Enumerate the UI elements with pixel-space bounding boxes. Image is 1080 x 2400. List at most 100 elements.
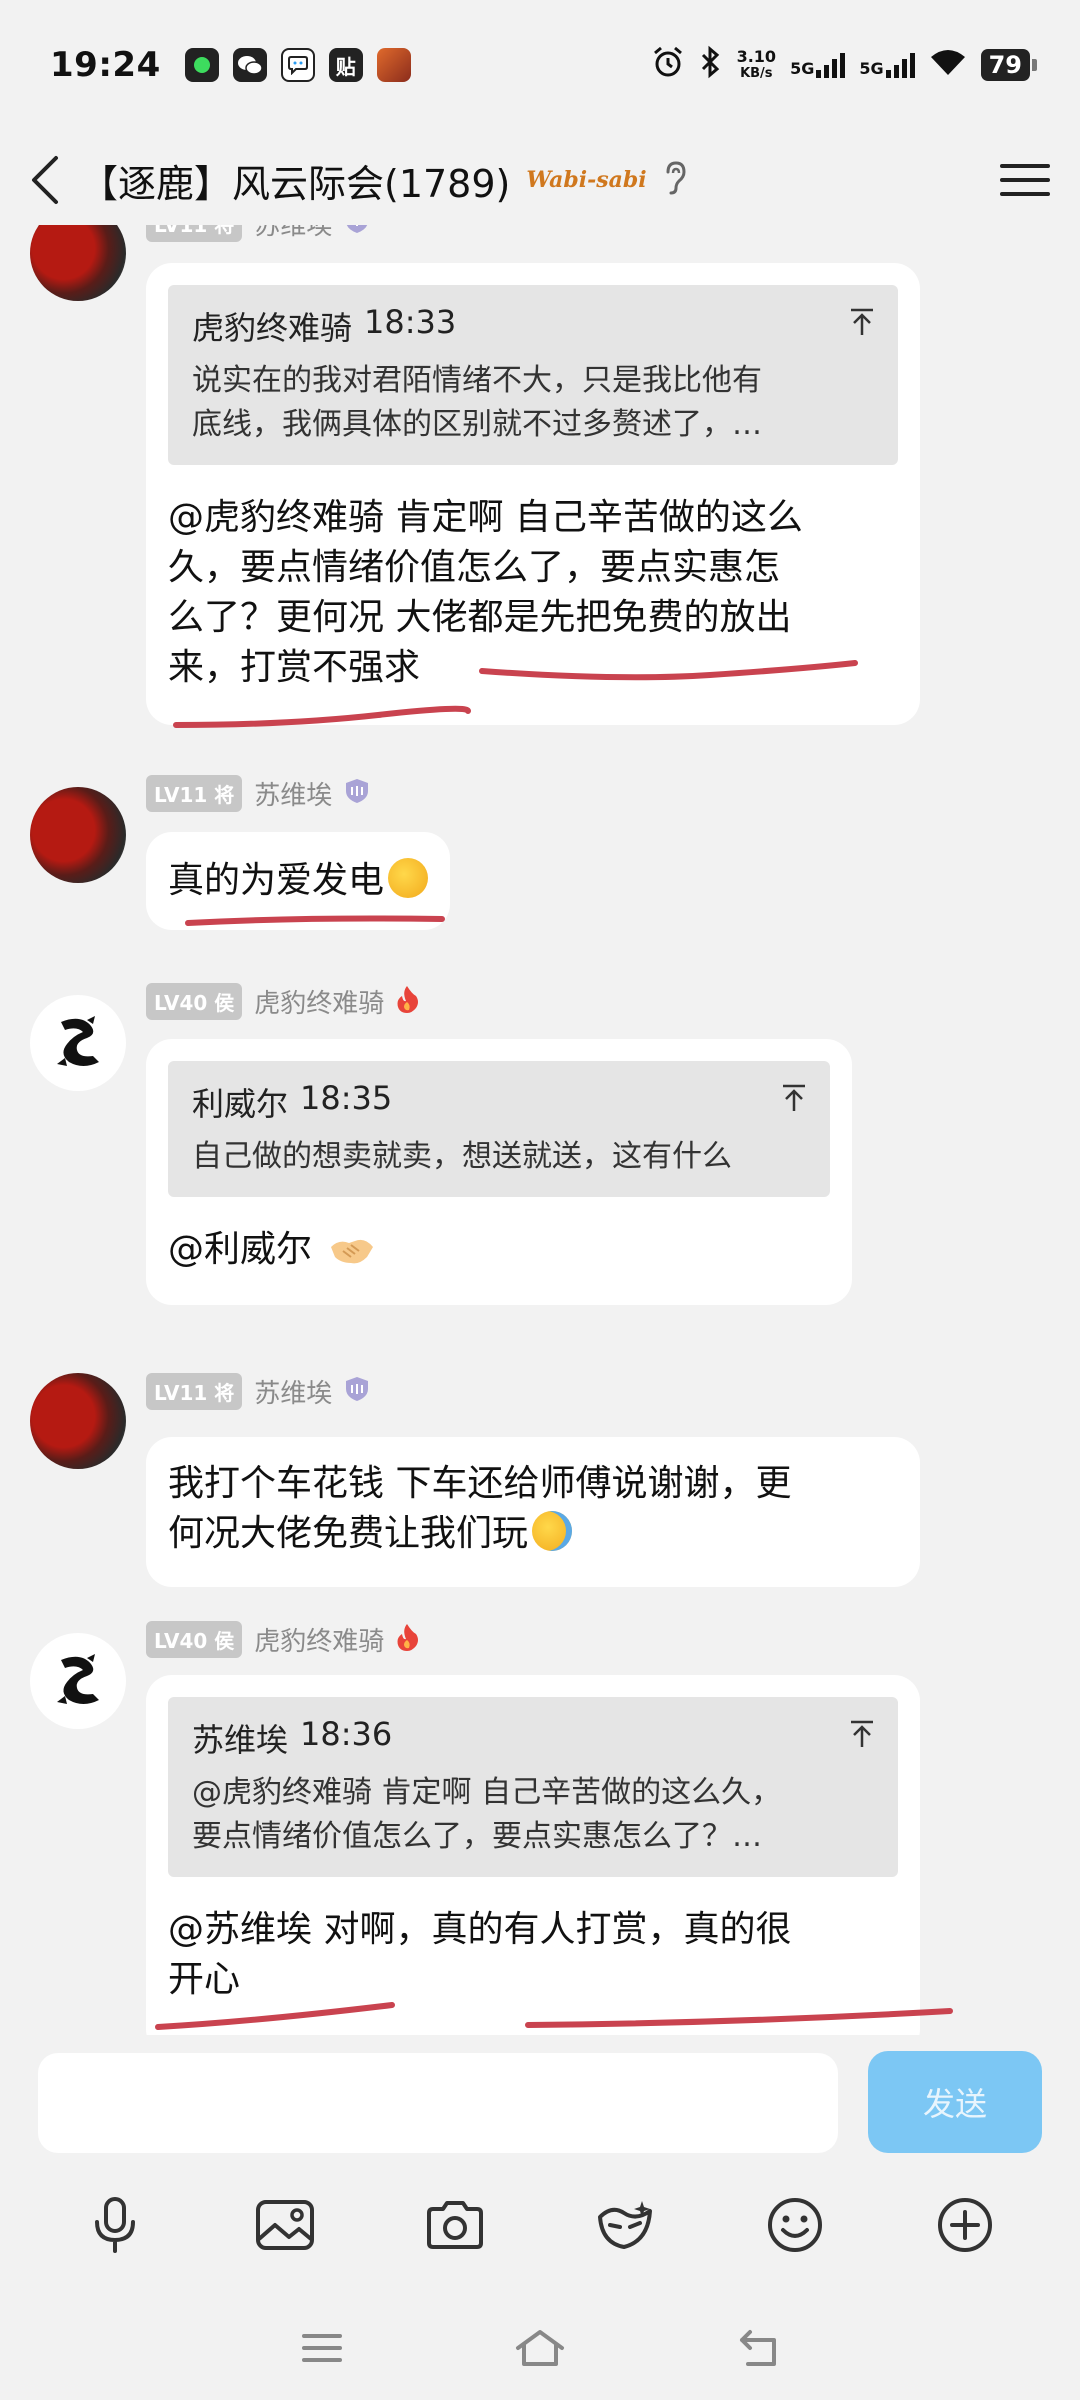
message-text: @苏维埃 对啊，真的有人打赏，真的很 开心: [168, 1905, 898, 2005]
jump-to-top-icon[interactable]: [848, 1719, 876, 1753]
level-badge: LV40 侯: [146, 1620, 243, 1658]
network-type-1: 5G: [790, 59, 815, 78]
message-text-line: 来，打赏不强求: [168, 647, 421, 688]
handshake-emoji-icon: [329, 1231, 375, 1281]
message-bubble[interactable]: 虎豹终难骑 18:33 说实在的我对君陌情绪不大，只是我比他有 底线，我俩具体的…: [146, 263, 920, 725]
message-text: @利威尔: [168, 1225, 830, 1281]
plus-icon[interactable]: [925, 2185, 1005, 2265]
shield-badge-icon: [342, 1375, 372, 1407]
quote-author: 虎豹终难骑: [192, 309, 353, 347]
quoted-message[interactable]: 苏维埃 18:36 @虎豹终难骑 肯定啊 自己辛苦做的这么久， 要点情绪价值怎么…: [168, 1697, 898, 1877]
quote-text-line: 要点情绪价值怎么了，要点实惠怎么了？…: [192, 1819, 762, 1854]
quote-text-line: 说实在的我对君陌情绪不大，只是我比他有: [192, 363, 762, 398]
system-nav-bar: [0, 2300, 1080, 2400]
notification-icons: 贴: [184, 48, 411, 82]
signal-bars-icon: [885, 52, 915, 78]
message-text-line: 么了？更何况 大佬都是先把免费的放出: [168, 597, 792, 638]
quote-time: 18:35: [300, 1079, 393, 1117]
level-badge: LV11 将: [146, 1372, 243, 1410]
message-text-line: @虎豹终难骑 肯定啊 自己辛苦做的这么: [168, 497, 803, 538]
quote-author: 苏维埃: [192, 1721, 289, 1759]
message-text-line: 开心: [168, 1959, 241, 2000]
sticker-icon[interactable]: [585, 2185, 665, 2265]
quote-time: 18:36: [300, 1715, 393, 1753]
chat-bubble-icon: [280, 48, 315, 82]
message-bubble[interactable]: 真的为爱发电: [146, 832, 451, 930]
message-text-line: 久，要点情绪价值怎么了，要点实惠怎: [168, 547, 781, 588]
signal-1: 5G: [790, 52, 846, 78]
message-bubble[interactable]: 苏维埃 18:36 @虎豹终难骑 肯定啊 自己辛苦做的这么久， 要点情绪价值怎么…: [146, 1675, 920, 2035]
message-text-line: 我打个车花钱 下车还给师傅说谢谢，更: [168, 1463, 792, 1504]
alarm-icon: [651, 45, 685, 86]
dragon-icon: [57, 1654, 99, 1704]
signal-bars-icon: [816, 52, 846, 78]
message-text: 真的为爱发电: [168, 860, 385, 901]
chat-messages[interactable]: LV11 将 苏维埃 虎豹终难骑 18:33 说实在的我对君陌情绪不大，只是我比…: [0, 225, 1080, 2035]
quoted-message[interactable]: 利威尔 18:35 自己做的想卖就卖，想送就送，这有什么: [168, 1061, 830, 1197]
message-bubble[interactable]: 我打个车花钱 下车还给师傅说谢谢，更 何况大佬免费让我们玩: [146, 1437, 920, 1587]
back-nav-icon[interactable]: [736, 2328, 780, 2372]
chat-toolbar: [0, 2175, 1080, 2275]
quoted-message[interactable]: 虎豹终难骑 18:33 说实在的我对君陌情绪不大，只是我比他有 底线，我俩具体的…: [168, 285, 898, 465]
message-bubble[interactable]: 利威尔 18:35 自己做的想卖就卖，想送就送，这有什么 @利威尔: [146, 1039, 852, 1305]
level-badge: LV11 将: [146, 774, 243, 812]
quote-text-line: @虎豹终难骑 肯定啊 自己辛苦做的这么久，: [192, 1775, 782, 1810]
face-emoji-icon: [388, 858, 429, 898]
bluetooth-icon: [699, 45, 723, 86]
quote-text-line: 底线，我俩具体的区别就不过多赘述了，…: [192, 407, 762, 442]
image-icon[interactable]: [245, 2185, 325, 2265]
avatar[interactable]: [30, 1633, 126, 1729]
network-speed-unit: KB/s: [740, 66, 773, 81]
sender-name[interactable]: 虎豹终难骑: [254, 1621, 384, 1658]
message-text: 我打个车花钱 下车还给师傅说谢谢，更 何况大佬免费让我们玩: [168, 1459, 898, 1559]
wifi-icon: [929, 47, 967, 84]
green-app-icon: [184, 48, 219, 82]
send-button[interactable]: 发送: [868, 2051, 1042, 2153]
clock: 19:24: [50, 45, 161, 85]
quote-text-line: 自己做的想卖就卖，想送就送，这有什么: [192, 1139, 732, 1174]
tieba-icon: 贴: [328, 48, 363, 82]
sender-name[interactable]: 虎豹终难骑: [254, 983, 384, 1020]
avatar[interactable]: [30, 1373, 126, 1469]
jump-to-top-icon[interactable]: [780, 1083, 808, 1117]
message-text-line: 何况大佬免费让我们玩: [168, 1513, 529, 1554]
recent-apps-icon[interactable]: [300, 2331, 344, 2369]
battery-icon: 79: [980, 49, 1038, 81]
shield-badge-icon: [342, 777, 372, 809]
network-speed: 3.10 KB/s: [737, 48, 776, 82]
sender-name[interactable]: 苏维埃: [254, 225, 332, 242]
group-badge: Wabi-sabi: [526, 167, 647, 193]
chat-header: 【逐鹿】风云际会(1789) Wabi-sabi: [0, 130, 1080, 230]
avatar[interactable]: [30, 225, 126, 301]
network-speed-value: 3.10: [736, 47, 777, 66]
game-avatar-icon: [376, 48, 411, 82]
message-input[interactable]: [38, 2053, 838, 2153]
quote-time: 18:33: [364, 303, 457, 341]
home-icon[interactable]: [514, 2328, 566, 2372]
ear-icon[interactable]: [663, 160, 689, 200]
microphone-icon[interactable]: [75, 2185, 155, 2265]
network-type-2: 5G: [859, 59, 884, 78]
crying-face-emoji-icon: [532, 1511, 573, 1551]
flame-badge-icon: [394, 1622, 420, 1656]
sender-name[interactable]: 苏维埃: [254, 1373, 332, 1410]
sender-name[interactable]: 苏维埃: [254, 775, 332, 812]
jump-to-top-icon[interactable]: [848, 307, 876, 341]
wechat-icon: [232, 48, 267, 82]
flame-badge-icon: [394, 984, 420, 1018]
quote-author: 利威尔: [192, 1085, 289, 1123]
dragon-icon: [57, 1016, 99, 1066]
menu-icon[interactable]: [1000, 164, 1050, 196]
camera-icon[interactable]: [415, 2185, 495, 2265]
message-text: @虎豹终难骑 肯定啊 自己辛苦做的这么 久，要点情绪价值怎么了，要点实惠怎 么了…: [168, 493, 898, 693]
message-text-line: @利威尔: [168, 1229, 313, 1270]
avatar[interactable]: [30, 787, 126, 883]
back-icon[interactable]: [30, 150, 70, 210]
group-title[interactable]: 【逐鹿】风云际会(1789): [80, 153, 510, 208]
shield-badge-icon: [342, 225, 372, 239]
message-text-line: @苏维埃 对啊，真的有人打赏，真的很: [168, 1909, 792, 1950]
level-badge: LV11 将: [146, 225, 243, 242]
level-badge: LV40 侯: [146, 982, 243, 1020]
emoji-icon[interactable]: [755, 2185, 835, 2265]
avatar[interactable]: [30, 995, 126, 1091]
